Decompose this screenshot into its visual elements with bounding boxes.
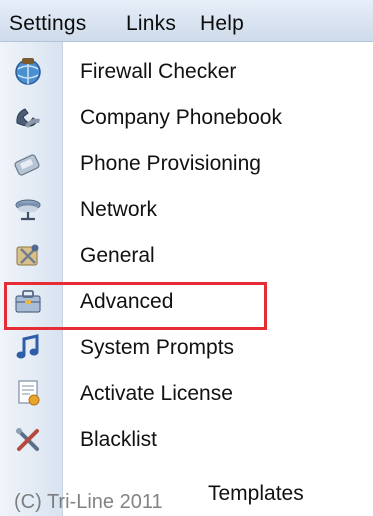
general-tools-icon [16, 244, 39, 266]
menu-item-label: Templates [208, 482, 304, 505]
menu-settings[interactable]: Settings [9, 12, 86, 36]
menu-item-label: Activate License [80, 382, 233, 405]
blacklist-tools-icon [16, 428, 39, 451]
menu-item-label: Network [80, 198, 158, 221]
advanced-highlight-box [4, 282, 267, 330]
music-note-icon [16, 334, 39, 359]
menu-item-label: System Prompts [80, 336, 235, 359]
menu-item-general[interactable]: General [0, 232, 373, 278]
menu-item-label: Phone Provisioning [80, 152, 261, 175]
network-icon [15, 199, 41, 221]
menu-item-label: Company Phonebook [80, 106, 282, 129]
menu-help[interactable]: Help [200, 12, 244, 36]
menu-item-phone-provisioning[interactable]: Phone Provisioning [0, 140, 373, 186]
menu-item-company-phonebook[interactable]: Company Phonebook [0, 94, 373, 140]
phone-icon [14, 154, 40, 176]
phonebook-icon [16, 108, 40, 128]
firewall-globe-icon [15, 58, 41, 85]
menu-item-activate-license[interactable]: Activate License [0, 370, 373, 416]
copyright-watermark: (C) Tri-Line 2011 [14, 491, 163, 513]
menu-item-label: General [80, 244, 155, 267]
menu-item-firewall-checker[interactable]: Firewall Checker [0, 48, 373, 94]
license-icon [18, 380, 40, 406]
menu-item-label: Blacklist [80, 428, 158, 451]
menu-links[interactable]: Links [126, 12, 176, 36]
menu-item-label: Firewall Checker [80, 60, 237, 83]
menu-bar: Settings Links Help [0, 0, 373, 42]
menu-item-blacklist[interactable]: Blacklist [0, 416, 373, 462]
menu-item-system-prompts[interactable]: System Prompts [0, 324, 373, 370]
settings-dropdown-menu: Firewall Checker Company Phonebook Phone… [0, 42, 373, 516]
menu-item-network[interactable]: Network [0, 186, 373, 232]
